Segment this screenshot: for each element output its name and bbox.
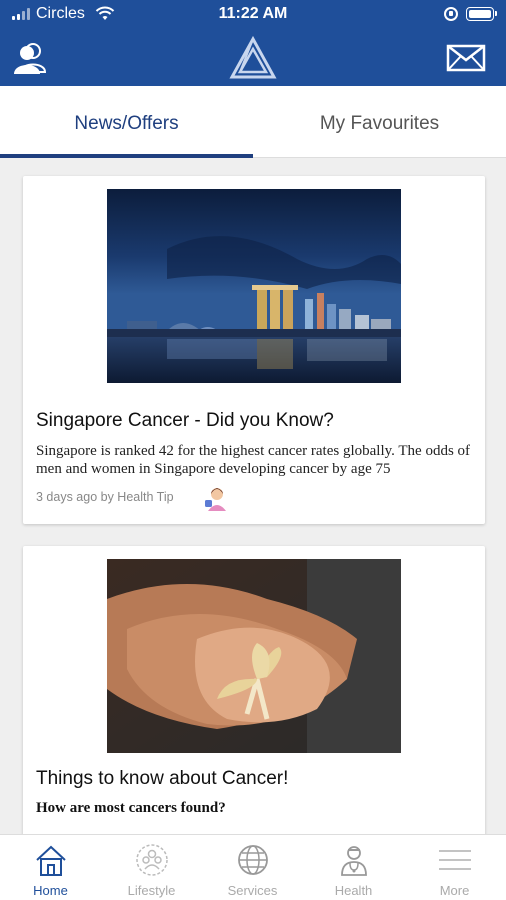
clock: 11:22 AM (218, 5, 288, 22)
tab-my-favourites[interactable]: My Favourites (253, 86, 506, 158)
news-card[interactable]: Singapore Cancer - Did you Know? Singapo… (23, 176, 485, 524)
bottom-nav: Home Lifestyle Services Health More (0, 834, 506, 900)
nav-health[interactable]: Health (303, 835, 404, 900)
home-icon (36, 845, 66, 876)
nav-lifestyle[interactable]: Lifestyle (101, 835, 202, 900)
card-meta: 3 days ago by Health Tip (36, 490, 174, 504)
nav-label: Services (227, 883, 278, 898)
card-subtitle: How are most cancers found? (36, 800, 226, 816)
battery-icon (466, 7, 497, 21)
tab-news-offers[interactable]: News/Offers (0, 86, 253, 158)
doctor-icon (341, 846, 367, 876)
tab-bar: News/Offers My Favourites (0, 86, 506, 158)
health-tip-avatar (205, 488, 226, 511)
news-feed[interactable]: Singapore Cancer - Did you Know? Singapo… (0, 158, 506, 834)
triangle-logo-icon[interactable] (229, 36, 277, 80)
nav-more[interactable]: More (404, 835, 505, 900)
hands-holding-ribbon-image (107, 559, 401, 753)
card-title[interactable]: Singapore Cancer - Did you Know? (36, 410, 334, 432)
user-icon[interactable] (12, 40, 48, 76)
nav-home[interactable]: Home (0, 835, 101, 900)
nav-label: Lifestyle (127, 883, 176, 898)
news-card[interactable]: Things to know about Cancer! How are mos… (23, 546, 485, 834)
card-title[interactable]: Things to know about Cancer! (36, 768, 288, 790)
app-header: Circles 11:22 AM (0, 0, 506, 86)
globe-icon (238, 845, 268, 875)
card-excerpt: Singapore is ranked 42 for the highest c… (36, 443, 471, 477)
menu-icon (439, 850, 471, 870)
rotation-lock-icon (444, 7, 458, 21)
nav-label: More (439, 883, 470, 898)
mail-icon[interactable] (446, 44, 486, 72)
lifestyle-icon (136, 844, 168, 876)
status-bar: Circles 11:22 AM (0, 0, 506, 30)
singapore-skyline-night-image (107, 189, 401, 383)
nav-services[interactable]: Services (202, 835, 303, 900)
nav-label: Health (334, 883, 373, 898)
nav-label: Home (33, 883, 68, 898)
